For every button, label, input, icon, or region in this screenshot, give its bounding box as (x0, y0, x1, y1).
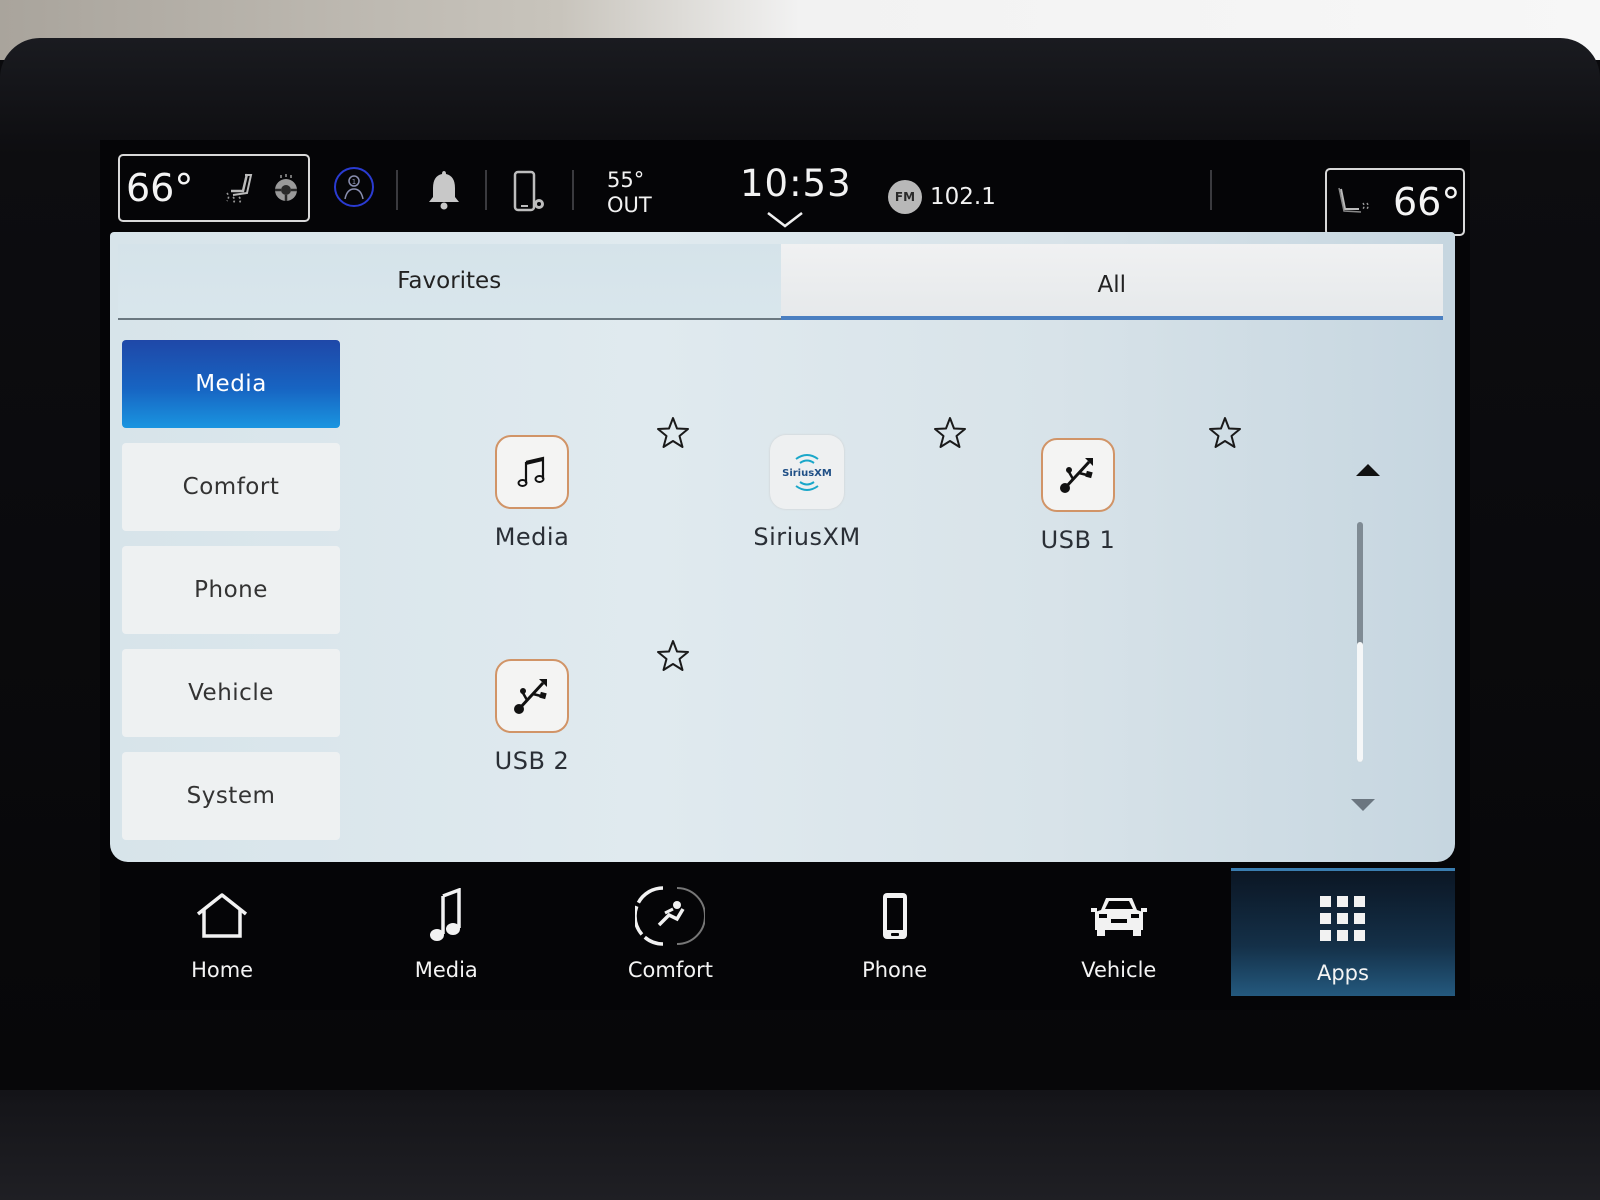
status-divider (396, 170, 398, 210)
phone-settings-button[interactable] (512, 170, 548, 218)
app-icon-tile: SiriusXM (770, 435, 844, 509)
nav-label: Vehicle (1081, 958, 1157, 982)
triangle-down-icon (1351, 799, 1375, 811)
driver-temperature: 66° (126, 166, 194, 210)
clock[interactable]: 10:53 (740, 162, 852, 205)
nav-media[interactable]: Media (334, 868, 558, 996)
status-bar: 66° 1 55° OUT 10:53 FM 102.1 66° (100, 140, 1470, 240)
nav-vehicle[interactable]: Vehicle (1007, 868, 1231, 996)
nav-label: Home (191, 958, 254, 982)
bottom-navigation: Home Media Comfort Phone Vehicle Apps (110, 868, 1456, 996)
chevron-down-icon[interactable] (765, 210, 805, 234)
driver-assist-button[interactable]: 1 (334, 167, 374, 207)
favorite-star-icon[interactable] (655, 415, 691, 451)
siriusxm-logo-icon: SiriusXM (782, 454, 832, 491)
app-media[interactable]: Media (462, 435, 602, 551)
app-usb-1[interactable]: USB 1 (1008, 438, 1148, 554)
driver-climate-button[interactable]: 66° (118, 154, 310, 222)
fm-badge-icon: FM (888, 180, 922, 214)
driver-profile-icon: 1 (344, 175, 364, 200)
svg-text:1: 1 (352, 178, 356, 186)
passenger-climate-button[interactable]: 66° (1325, 168, 1465, 236)
nav-home[interactable]: Home (110, 868, 334, 996)
app-label: USB 2 (494, 747, 570, 775)
dashboard-trim (0, 1090, 1600, 1200)
car-icon (1089, 884, 1149, 948)
scroll-down-button[interactable] (1350, 797, 1376, 817)
heated-seat-icon[interactable] (1335, 185, 1371, 219)
outside-temp-value: 55° (607, 168, 645, 192)
nav-apps[interactable]: Apps (1230, 868, 1456, 996)
favorite-star-icon[interactable] (932, 415, 968, 451)
app-icon-tile (495, 435, 569, 509)
bell-icon (429, 171, 459, 210)
music-note-icon (517, 456, 545, 487)
nav-label: Media (414, 958, 478, 982)
home-icon (194, 884, 250, 948)
status-divider (1210, 170, 1212, 210)
app-label: Media (494, 523, 570, 551)
status-divider (572, 170, 574, 210)
heated-seat-icon[interactable] (223, 171, 261, 205)
app-siriusxm[interactable]: SiriusXM SiriusXM (737, 435, 877, 551)
apps-panel: Favorites All Media Comfort Phone Vehicl… (110, 232, 1455, 862)
apps-grid-icon (1318, 887, 1368, 951)
infotainment-screen: 66° 1 55° OUT 10:53 FM 102.1 66° Favorit… (100, 140, 1470, 1010)
passenger-temperature: 66° (1393, 180, 1461, 224)
phone-settings-icon (513, 170, 544, 212)
app-icon-tile (1041, 438, 1115, 512)
nav-label: Comfort (627, 958, 713, 982)
app-label: USB 1 (1040, 526, 1116, 554)
nav-phone[interactable]: Phone (783, 868, 1007, 996)
music-note-icon (426, 884, 466, 948)
phone-icon (880, 884, 910, 948)
heated-steering-wheel-icon[interactable] (271, 173, 301, 203)
status-divider (485, 170, 487, 210)
radio-frequency: 102.1 (930, 184, 996, 210)
nav-label: Phone (862, 958, 928, 982)
usb-icon (514, 679, 547, 714)
scrollbar[interactable] (1357, 522, 1363, 762)
app-usb-2[interactable]: USB 2 (462, 659, 602, 775)
comfort-seat-icon (635, 884, 706, 948)
favorite-star-icon[interactable] (655, 638, 691, 674)
usb-icon (1060, 458, 1093, 493)
nav-label: Apps (1316, 961, 1369, 985)
scrollbar-thumb[interactable] (1357, 642, 1363, 762)
nav-comfort[interactable]: Comfort (558, 868, 782, 996)
outside-temp-label: OUT (607, 193, 652, 217)
now-playing-radio[interactable]: FM 102.1 (888, 180, 996, 214)
siriusxm-logo-text: SiriusXM (782, 468, 832, 479)
outside-temperature: 55° OUT (607, 168, 652, 218)
scroll-up-button[interactable] (1355, 462, 1381, 482)
app-label: SiriusXM (753, 523, 861, 551)
favorite-star-icon[interactable] (1207, 415, 1243, 451)
triangle-up-icon (1356, 464, 1380, 476)
app-icon-tile (495, 659, 569, 733)
notifications-button[interactable] (426, 168, 462, 214)
app-grid: Media SiriusXM SiriusXM USB 1 USB 2 (110, 232, 1455, 862)
